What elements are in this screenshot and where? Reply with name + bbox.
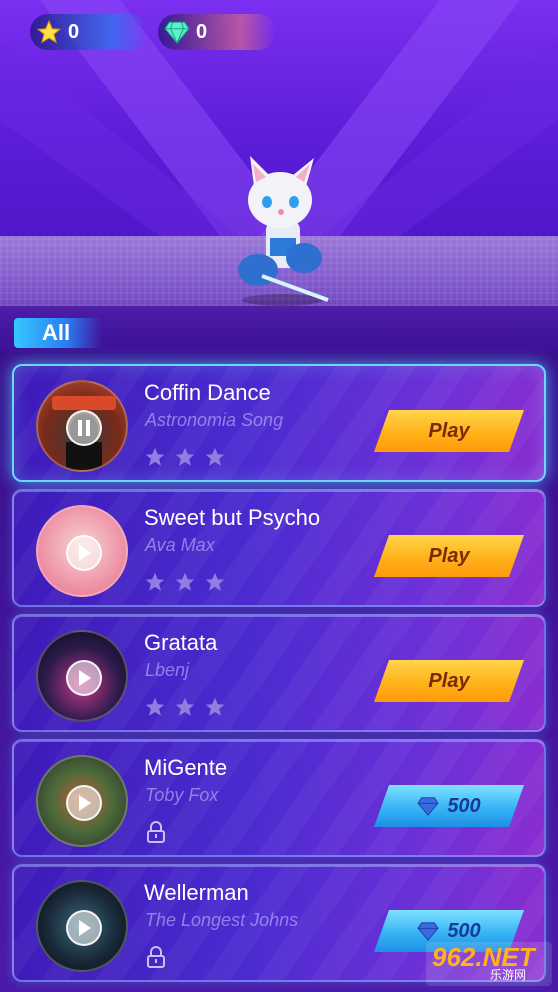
play-icon[interactable] <box>66 910 102 946</box>
star-empty-icon <box>175 572 195 591</box>
song-card[interactable]: Gratata Lbenj Play <box>12 614 546 732</box>
star-empty-icon <box>175 697 195 716</box>
star-counter: 0 <box>30 14 148 50</box>
star-rating <box>144 446 226 468</box>
album-cover[interactable] <box>36 630 128 722</box>
song-artist: Astronomia Song <box>145 410 284 430</box>
star-empty-icon <box>145 572 165 591</box>
diamond-icon <box>417 797 439 816</box>
diamond-icon <box>417 922 439 941</box>
song-artist: Toby Fox <box>145 785 219 805</box>
cat-character <box>238 156 329 306</box>
pause-icon[interactable] <box>66 410 102 446</box>
album-cover[interactable] <box>36 880 128 972</box>
stage-background: 0 0 <box>0 0 558 330</box>
lock-icon <box>147 821 165 843</box>
play-button[interactable]: Play <box>374 410 524 452</box>
song-card[interactable]: Sweet but Psycho Ava Max Play <box>12 489 546 607</box>
play-button[interactable]: Play <box>374 660 524 702</box>
play-icon[interactable] <box>66 785 102 821</box>
gem-counter: 0 <box>158 14 276 50</box>
star-empty-icon <box>205 697 225 716</box>
star-icon <box>34 17 64 47</box>
album-cover[interactable] <box>36 380 128 472</box>
play-icon[interactable] <box>66 660 102 696</box>
song-title: Sweet but Psycho <box>144 505 321 530</box>
star-rating <box>144 571 226 593</box>
star-count: 0 <box>68 20 80 43</box>
lock-icon <box>147 946 165 968</box>
star-empty-icon <box>145 447 165 466</box>
song-artist: Lbenj <box>145 660 190 680</box>
watermark-logo: 962.NET 乐游网 <box>426 942 552 986</box>
song-title: Gratata <box>144 630 218 655</box>
tab-all[interactable]: All <box>14 318 102 348</box>
song-card[interactable]: Coffin Dance Astronomia Song Play <box>12 364 546 482</box>
song-list[interactable]: Coffin Dance Astronomia Song Play Sweet … <box>0 352 558 992</box>
gem-count: 0 <box>196 20 208 43</box>
song-artist: Ava Max <box>145 535 215 555</box>
star-rating <box>144 696 226 718</box>
play-icon[interactable] <box>66 535 102 571</box>
album-cover[interactable] <box>36 505 128 597</box>
star-empty-icon <box>205 572 225 591</box>
star-empty-icon <box>145 697 165 716</box>
play-button[interactable]: Play <box>374 535 524 577</box>
song-title: MiGente <box>144 755 228 780</box>
song-title: Coffin Dance <box>144 380 271 405</box>
star-empty-icon <box>175 447 195 466</box>
album-cover[interactable] <box>36 755 128 847</box>
diamond-icon <box>162 17 192 47</box>
song-artist: The Longest Johns <box>145 910 299 930</box>
song-card[interactable]: MiGente Toby Fox 500 <box>12 739 546 857</box>
star-empty-icon <box>205 447 225 466</box>
unlock-gems-button[interactable]: 500 <box>374 785 524 827</box>
song-title: Wellerman <box>144 880 249 905</box>
